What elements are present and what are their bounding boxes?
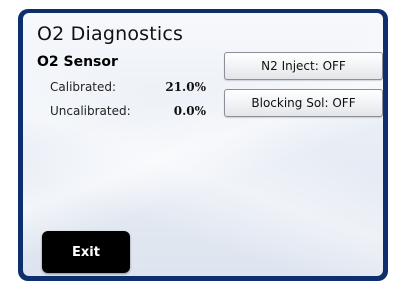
n2-inject-button[interactable]: N2 Inject: OFF bbox=[224, 52, 383, 80]
diagnostics-panel: O2 Diagnostics O2 Sensor Calibrated: 21.… bbox=[23, 13, 383, 276]
calibrated-label: Calibrated: bbox=[50, 80, 117, 94]
uncalibrated-value: 0.0% bbox=[173, 104, 206, 118]
o2-sensor-heading: O2 Sensor bbox=[37, 54, 118, 70]
uncalibrated-label: Uncalibrated: bbox=[50, 104, 131, 118]
page-title: O2 Diagnostics bbox=[37, 23, 184, 45]
window-frame: O2 Diagnostics O2 Sensor Calibrated: 21.… bbox=[18, 9, 388, 281]
exit-button[interactable]: Exit bbox=[42, 231, 130, 273]
blocking-sol-button[interactable]: Blocking Sol: OFF bbox=[224, 89, 383, 117]
calibrated-value: 21.0% bbox=[165, 80, 206, 94]
